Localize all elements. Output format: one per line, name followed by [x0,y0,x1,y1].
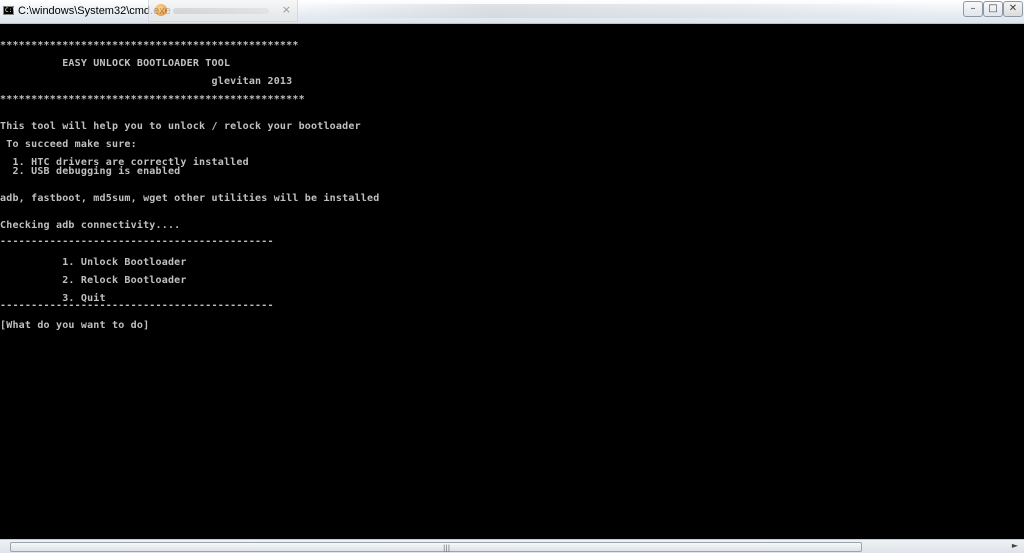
console-line-stars-bottom: ****************************************… [0,94,305,105]
console-line-tool-title: EASY UNLOCK BOOTLOADER TOOL [0,58,231,69]
scrollbar-grip-icon: ||| [443,544,451,552]
console-line-author: glevitan 2013 [0,76,293,87]
app-icon [155,4,167,16]
scroll-right-arrow-icon[interactable]: ► [1008,541,1022,551]
tab-close-icon[interactable]: × [282,3,291,16]
console-output[interactable]: ****************************************… [0,24,1024,539]
blurred-tab-title [173,8,269,14]
title-bar[interactable]: C:\ C:\windows\System32\cmd.exe × – □ ✕ [0,0,1024,24]
console-line-requirements: To succeed make sure: [0,139,137,150]
horizontal-scrollbar[interactable]: ||| ► [0,539,1024,553]
close-button[interactable]: ✕ [1003,1,1023,17]
blurred-window-area [300,4,950,18]
console-icon: C:\ [3,6,16,15]
console-line-checking: Checking adb connectivity.... [0,220,181,231]
console-line-separator-bottom: ----------------------------------------… [0,300,274,311]
console-line-separator-top: ----------------------------------------… [0,236,274,247]
maximize-button[interactable]: □ [983,1,1003,17]
console-line-stars-top: ****************************************… [0,40,299,51]
console-line-intro: This tool will help you to unlock / relo… [0,121,361,132]
console-line-requirement-2: 2. USB debugging is enabled [0,166,181,177]
console-line-utilities: adb, fastboot, md5sum, wget other utilit… [0,193,380,204]
background-window-tab[interactable]: × [148,0,298,22]
menu-option-unlock: 1. Unlock Bootloader [0,257,187,268]
console-prompt: [What do you want to do] [0,320,150,331]
menu-option-relock: 2. Relock Bootloader [0,275,187,286]
scrollbar-thumb[interactable]: ||| [10,542,862,552]
minimize-button[interactable]: – [963,1,983,17]
